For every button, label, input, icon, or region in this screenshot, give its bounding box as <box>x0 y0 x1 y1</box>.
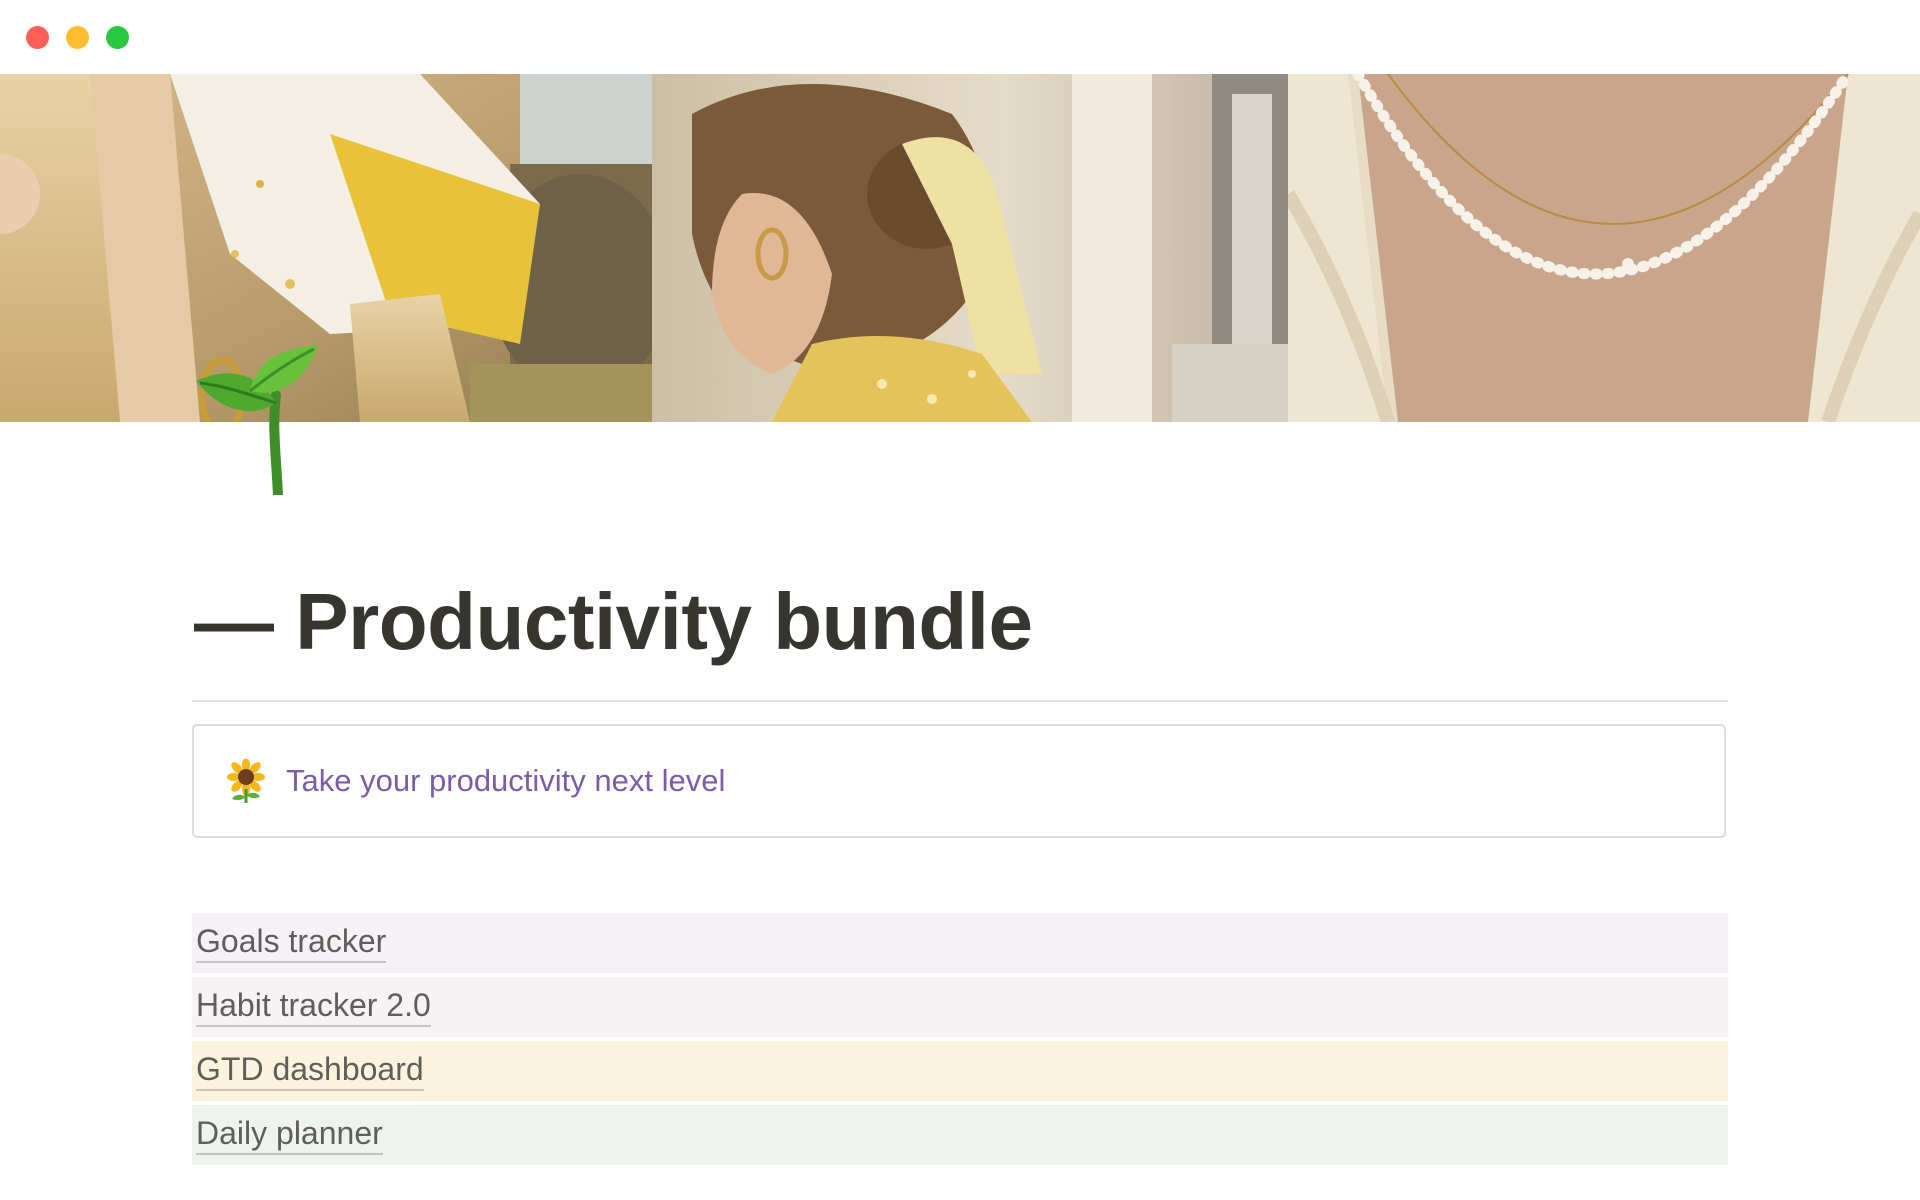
minimize-window-button[interactable] <box>66 26 89 49</box>
page-title[interactable]: — Productivity bundle <box>194 572 1033 672</box>
sunflower-icon[interactable] <box>224 759 268 803</box>
page-link-list: Goals tracker Habit tracker 2.0 GTD dash… <box>192 913 1728 1169</box>
link-label[interactable]: GTD dashboard <box>196 1051 424 1091</box>
link-habit-tracker[interactable]: Habit tracker 2.0 <box>192 977 1728 1037</box>
close-window-button[interactable] <box>26 26 49 49</box>
link-label[interactable]: Daily planner <box>196 1115 383 1155</box>
link-goals-tracker[interactable]: Goals tracker <box>192 913 1728 973</box>
link-gtd-dashboard[interactable]: GTD dashboard <box>192 1041 1728 1101</box>
callout-block[interactable]: Take your productivity next level <box>192 724 1726 838</box>
app-window: — Productivity bundle Take your producti… <box>0 0 1920 1200</box>
seedling-icon[interactable] <box>190 345 320 500</box>
link-daily-planner[interactable]: Daily planner <box>192 1105 1728 1165</box>
zoom-window-button[interactable] <box>106 26 129 49</box>
link-label[interactable]: Habit tracker 2.0 <box>196 987 431 1027</box>
cover-image-pearl-necklace <box>1288 74 1920 422</box>
title-bar <box>0 0 1920 74</box>
link-label[interactable]: Goals tracker <box>196 923 387 963</box>
cover-image-scarf-hair <box>0 74 652 422</box>
cover-image-hair-bun <box>652 74 1288 422</box>
callout-text: Take your productivity next level <box>286 763 726 798</box>
divider <box>192 700 1728 702</box>
